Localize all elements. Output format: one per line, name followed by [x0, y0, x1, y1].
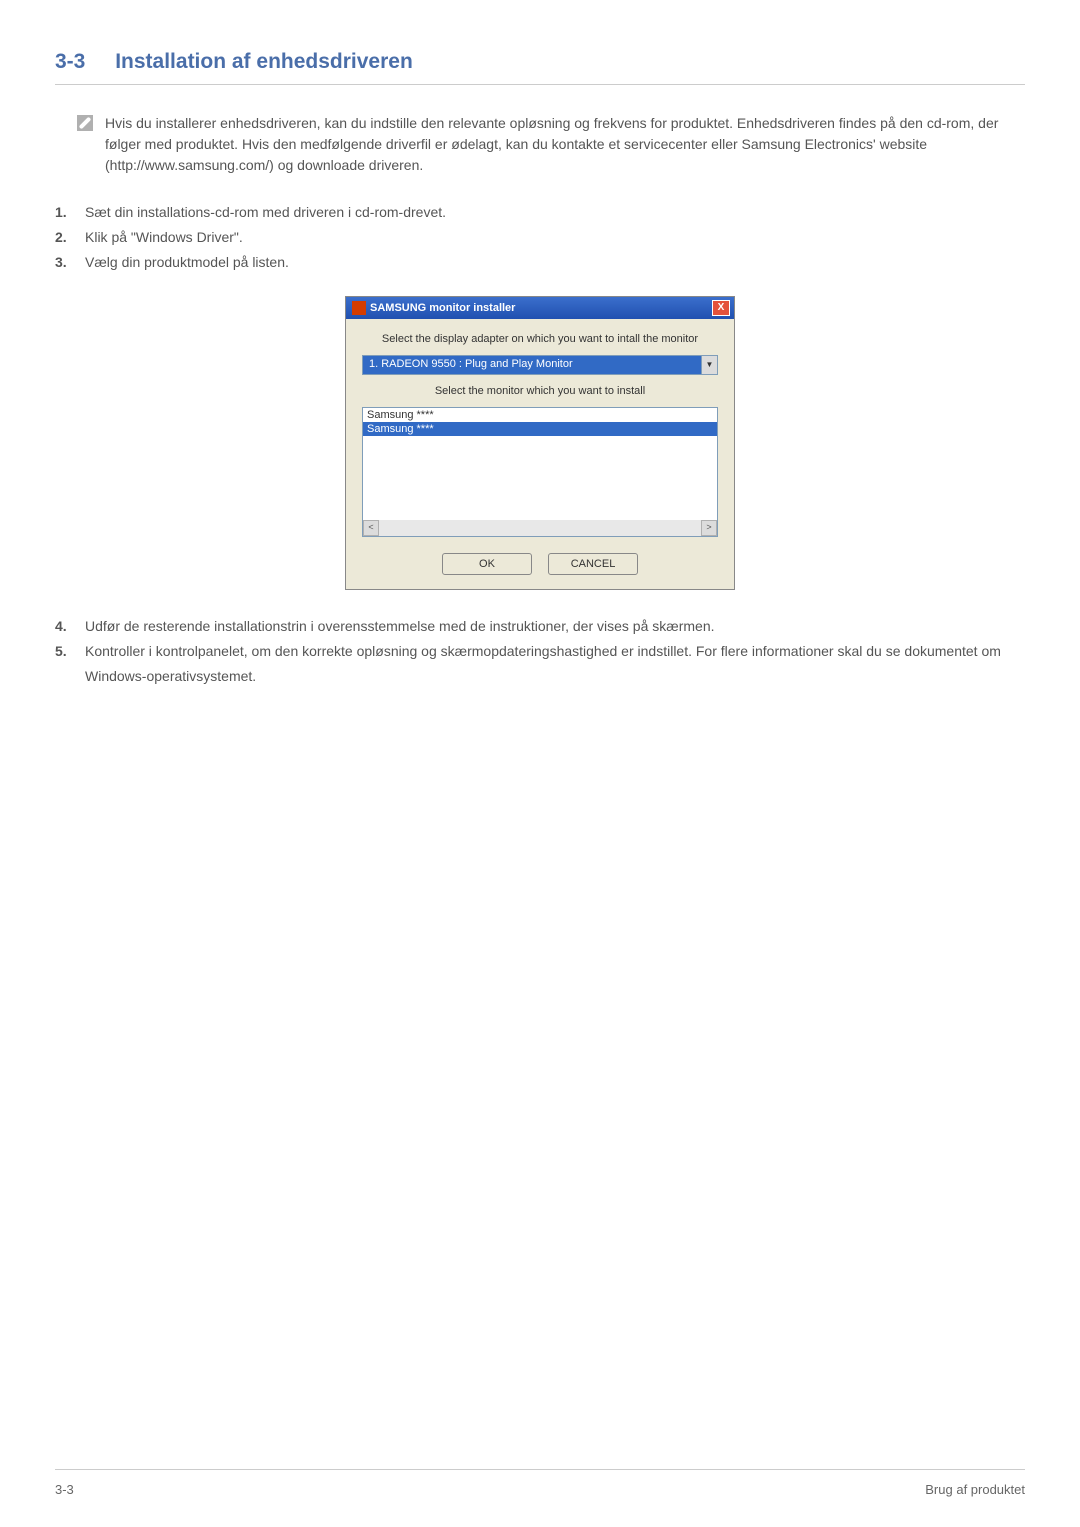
page-title: 3-3 Installation af enhedsdriveren	[55, 50, 1025, 85]
note-icon	[77, 115, 93, 131]
step-item: Klik på "Windows Driver".	[77, 225, 1025, 250]
titlebar[interactable]: SAMSUNG monitor installer X	[346, 297, 734, 319]
close-button[interactable]: X	[712, 300, 730, 316]
app-icon	[352, 301, 366, 315]
footer-right: Brug af produktet	[925, 1482, 1025, 1497]
section-number: 3-3	[55, 50, 85, 73]
installer-dialog: SAMSUNG monitor installer X Select the d…	[345, 296, 735, 590]
ok-button[interactable]: OK	[442, 553, 532, 575]
adapter-label: Select the display adapter on which you …	[362, 333, 718, 345]
step-item: Kontroller i kontrolpanelet, om den korr…	[77, 639, 1025, 689]
chevron-down-icon[interactable]: ▼	[701, 356, 717, 374]
page-footer: 3-3 Brug af produktet	[55, 1469, 1025, 1497]
horizontal-scrollbar[interactable]: < >	[363, 520, 717, 536]
scroll-right-button[interactable]: >	[701, 520, 717, 536]
step-item: Udfør de resterende installationstrin i …	[77, 614, 1025, 639]
cancel-button[interactable]: CANCEL	[548, 553, 638, 575]
adapter-selected: 1. RADEON 9550 : Plug and Play Monitor	[363, 356, 701, 374]
step-item: Sæt din installations-cd-rom med drivere…	[77, 200, 1025, 225]
monitor-listbox[interactable]: Samsung **** Samsung **** < >	[362, 407, 718, 537]
monitor-label: Select the monitor which you want to ins…	[362, 385, 718, 397]
section-title-text: Installation af enhedsdriveren	[115, 50, 413, 73]
dialog-title: SAMSUNG monitor installer	[370, 302, 515, 314]
list-item-selected[interactable]: Samsung ****	[363, 422, 717, 436]
steps-list-1: Sæt din installations-cd-rom med drivere…	[59, 200, 1025, 276]
info-note: Hvis du installerer enhedsdriveren, kan …	[77, 113, 1025, 176]
footer-left: 3-3	[55, 1482, 74, 1497]
note-text: Hvis du installerer enhedsdriveren, kan …	[105, 113, 1025, 176]
list-item[interactable]: Samsung ****	[363, 408, 717, 422]
scroll-left-button[interactable]: <	[363, 520, 379, 536]
step-item: Vælg din produktmodel på listen.	[77, 250, 1025, 275]
steps-list-2: Udfør de resterende installationstrin i …	[59, 614, 1025, 690]
adapter-dropdown[interactable]: 1. RADEON 9550 : Plug and Play Monitor ▼	[362, 355, 718, 375]
